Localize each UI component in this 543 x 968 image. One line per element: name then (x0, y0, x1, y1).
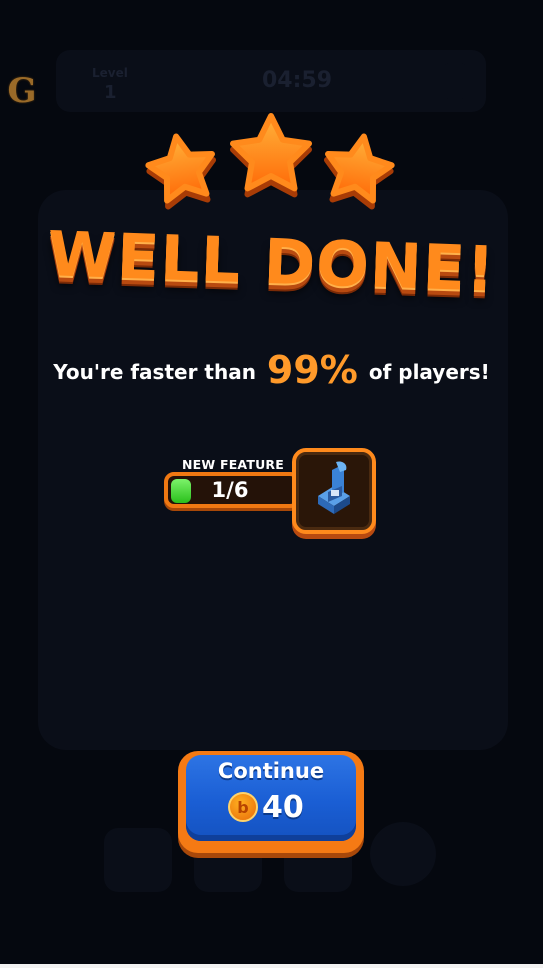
feature-progress-text: 1/6 (211, 478, 249, 502)
speed-percent: 99% (266, 348, 358, 392)
continue-button[interactable]: Continue b 40 (178, 751, 364, 853)
sprinkler-icon (318, 461, 350, 514)
speed-message: You're faster than 99% of players! (0, 348, 543, 392)
star-icon-2 (230, 113, 312, 198)
price-value: 40 (262, 789, 304, 825)
feature-progress-bar: 1/6 (164, 472, 300, 508)
star-rating (145, 113, 395, 210)
new-feature-box (292, 448, 376, 534)
home-indicator (0, 964, 543, 968)
continue-price: b 40 (228, 789, 304, 825)
speed-prefix: You're faster than (53, 360, 256, 384)
speed-suffix: of players! (368, 360, 490, 384)
background-settings-button (436, 62, 474, 100)
new-feature-label: NEW FEATURE (182, 457, 284, 472)
game-logo: G (7, 71, 37, 111)
star-icon-1 (145, 133, 217, 210)
background-level-label: Level (92, 66, 128, 80)
background-level-value: 1 (104, 82, 117, 103)
background-timer: 04:59 (262, 68, 333, 93)
coin-icon: b (228, 792, 258, 822)
star-icon-3 (323, 133, 395, 210)
continue-label: Continue (217, 759, 325, 783)
background-tool-1 (104, 828, 172, 892)
background-tool-4 (370, 822, 436, 886)
continue-button-face[interactable]: Continue b 40 (186, 755, 356, 841)
